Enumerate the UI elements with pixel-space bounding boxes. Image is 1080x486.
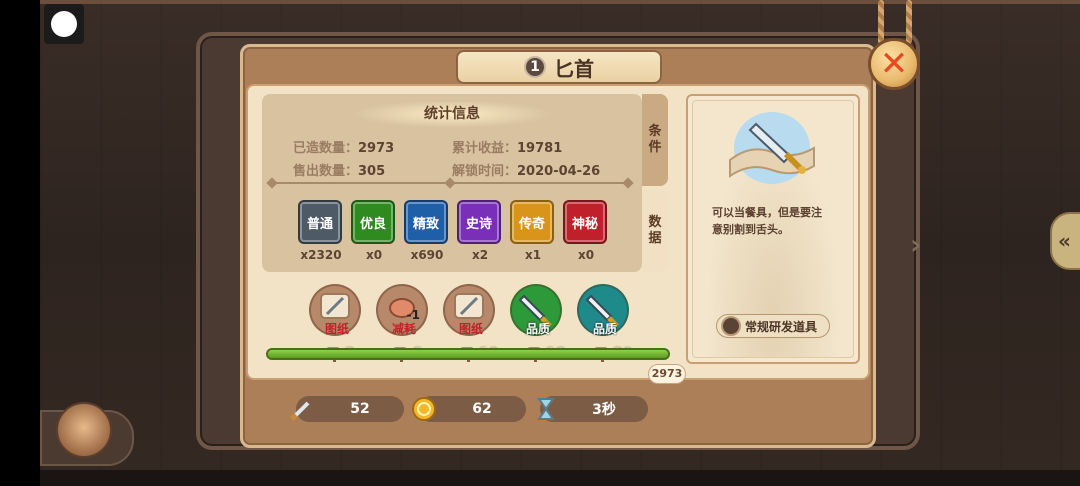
title-banner: 1 匕首 [456,50,662,84]
quality-badge[interactable]: 普通 x2320 [298,200,344,262]
resource-stat: 62 [412,396,526,422]
milestone-reward[interactable]: 品质 [510,284,562,336]
quality-count: x0 [365,248,383,262]
progress-total-badge: 2973 [648,364,686,384]
progress-bar [266,348,670,360]
milestone-reward[interactable]: 图纸 [443,284,495,336]
hourglass-icon [537,398,555,420]
quality-badge[interactable]: 优良 x0 [351,200,397,262]
sold-count: 售出数量：305 [293,164,386,179]
quality-label: 史诗 [457,200,501,244]
total-income: 累计收益：19781 [452,141,563,156]
hanging-rope [906,0,912,44]
coin-icon [412,397,436,421]
milestone-label: 品质 [592,322,617,336]
hanging-rope [878,0,884,44]
milestone-label: 图纸 [458,322,483,336]
milestone-label: 图纸 [324,322,349,336]
exit-door-icon[interactable] [56,402,112,458]
quality-label: 优良 [351,200,395,244]
made-count: 已造数量：2973 [293,141,395,156]
milestone-reward[interactable]: 图纸 [309,284,361,336]
dagger-blueprint-icon [729,112,815,184]
collapse-button[interactable]: « [1050,212,1080,270]
progress-fill [268,350,668,358]
resource-stat: 3秒 [537,396,648,422]
milestone-reward[interactable]: 品质 [577,284,629,336]
close-button[interactable]: ✕ [868,38,920,90]
item-title: 匕首 [554,56,594,81]
research-icon [721,316,741,336]
item-description: 可以当餐具，但是要注意别割到舌头。 [712,206,822,236]
tab-conditions[interactable]: 条 件 [642,94,668,186]
sword-icon [290,401,310,421]
milestone-reward[interactable]: -1 减耗 [376,284,428,336]
stats-heading: 统计信息 [352,100,552,128]
quality-count: x1 [524,248,542,262]
quality-badge[interactable]: 神秘 x0 [563,200,609,262]
quality-label: 普通 [298,200,342,244]
tab-data[interactable]: 数 据 [642,190,668,272]
item-type-label: 常规研发道具 [745,319,818,334]
quality-label: 神秘 [563,200,607,244]
milestone-label: 品质 [525,322,550,336]
bottom-strip [40,470,1080,486]
chevron-right-icon[interactable]: › [910,228,922,261]
quality-badge[interactable]: 史诗 x2 [457,200,503,262]
unlock-time: 解锁时间：2020-04-26 [452,164,601,179]
side-tabs: 条 件 数 据 [642,94,668,272]
top-strip [40,0,1080,4]
quality-count: x2 [471,248,489,262]
app-logo-icon[interactable] [44,4,84,44]
screen-left-edge [0,0,40,486]
milestone-label: 减耗 [391,322,416,336]
quality-badge[interactable]: 传奇 x1 [510,200,556,262]
quality-label: 传奇 [510,200,554,244]
item-type-tag: 常规研发道具 [716,314,830,338]
quality-count: x690 [410,248,444,262]
quality-label: 精致 [404,200,448,244]
quality-count: x2320 [300,248,342,262]
quality-badge[interactable]: 精致 x690 [404,200,450,262]
item-level-badge: 1 [524,56,546,78]
quality-count: x0 [577,248,595,262]
resource-stat: 52 [290,396,404,422]
